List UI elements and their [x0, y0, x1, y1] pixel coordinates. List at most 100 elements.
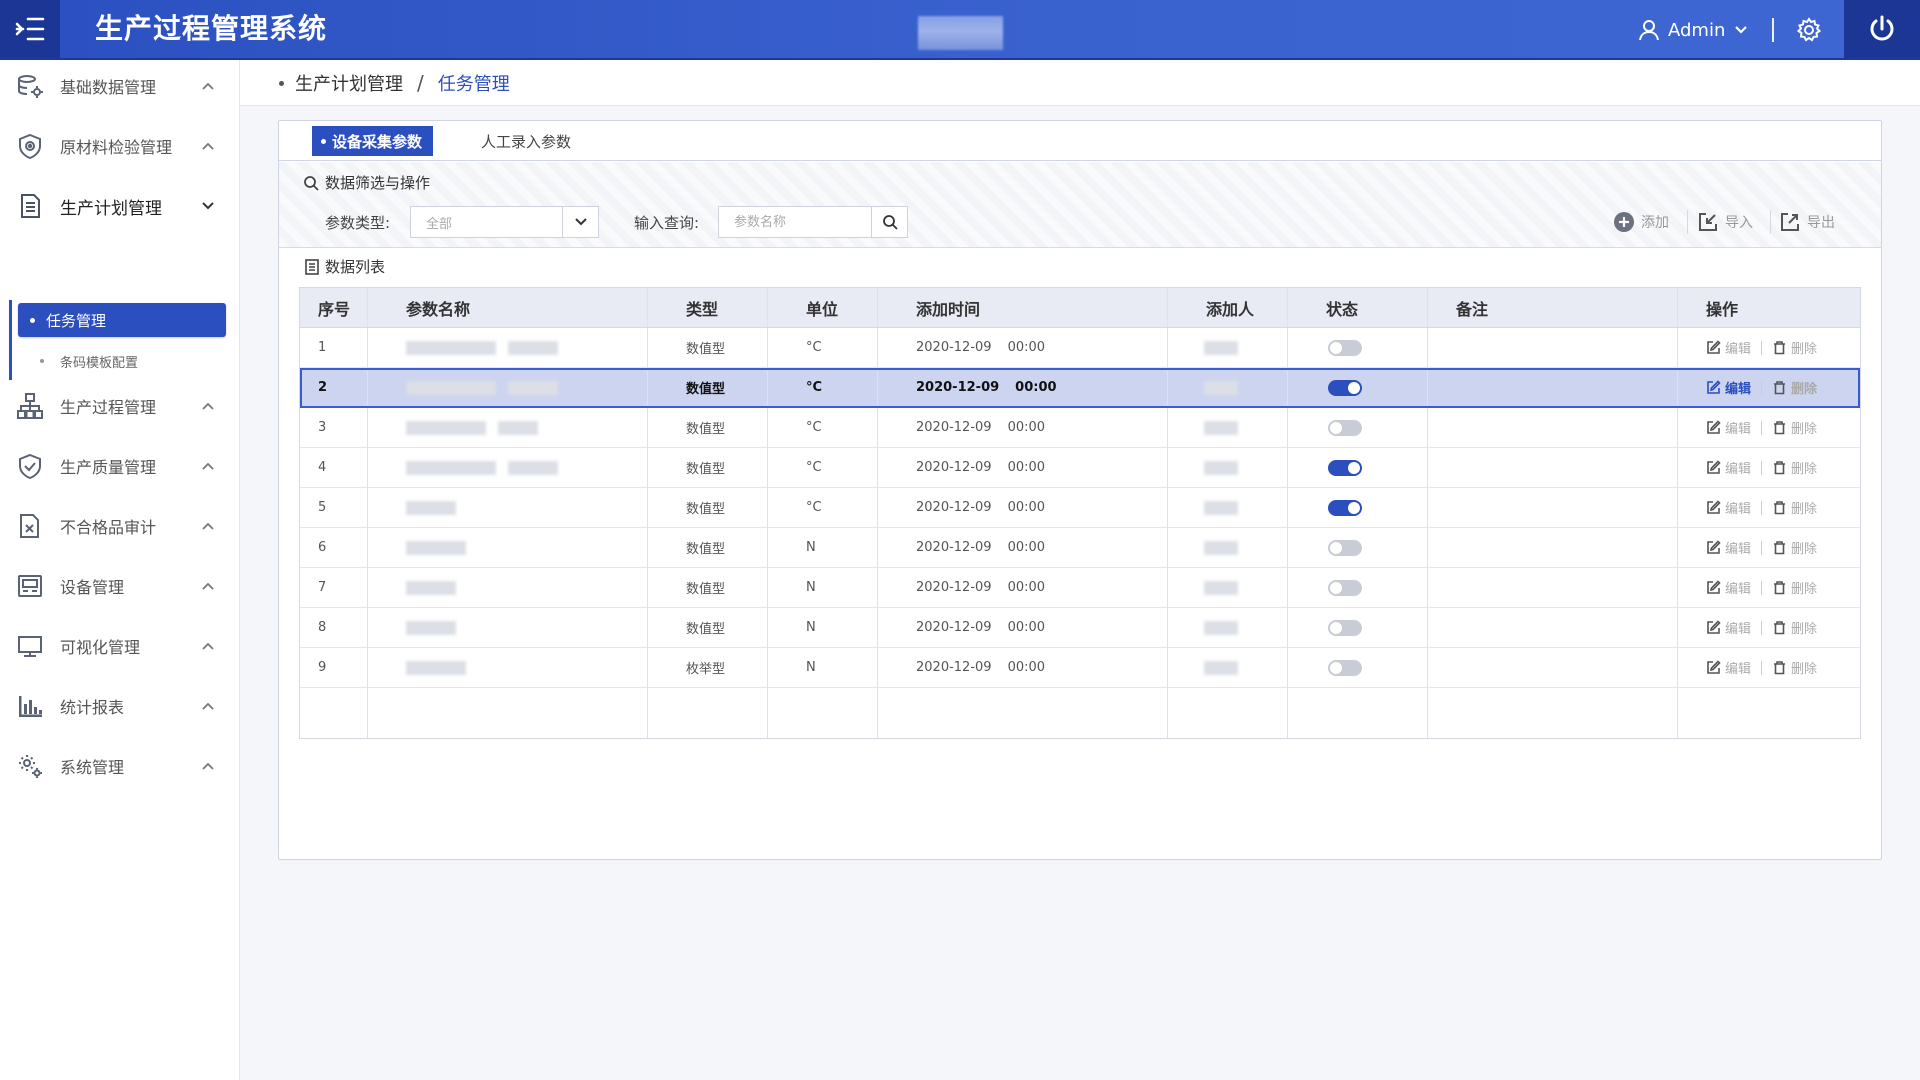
status-toggle[interactable]	[1328, 419, 1362, 436]
empty-cell	[1168, 688, 1288, 738]
tab-device-params[interactable]: 设备采集参数	[312, 126, 433, 156]
chevron-down-icon	[574, 218, 587, 226]
edit-button[interactable]: 编辑	[1706, 498, 1751, 517]
delete-button[interactable]: 删除	[1772, 378, 1817, 397]
edit-icon	[1707, 340, 1721, 354]
sidebar-subitem-barcode-template[interactable]: 条码模板配置	[18, 346, 226, 376]
sidebar-item-production-plan[interactable]: 生产计划管理	[0, 180, 240, 232]
status-toggle[interactable]	[1328, 499, 1362, 516]
redacted-text	[1204, 460, 1238, 475]
edit-button[interactable]: 编辑	[1706, 578, 1751, 597]
delete-button[interactable]: 删除	[1772, 618, 1817, 637]
query-input[interactable]	[719, 207, 871, 237]
cell-unit: N	[768, 608, 878, 647]
edit-label: 编辑	[1725, 462, 1752, 477]
empty-cell	[300, 688, 368, 738]
sidebar-item-equipment[interactable]: 设备管理	[0, 560, 240, 612]
edit-button[interactable]: 编辑	[1706, 618, 1751, 637]
cell-no: 9	[300, 648, 368, 687]
edit-icon	[1707, 420, 1721, 434]
delete-button[interactable]: 删除	[1772, 538, 1817, 557]
cell-time: 00:00	[1007, 500, 1046, 515]
delete-label: 删除	[1791, 662, 1818, 677]
settings-button[interactable]	[1795, 16, 1823, 44]
edit-button[interactable]: 编辑	[1706, 418, 1751, 437]
gear-icon	[1796, 17, 1822, 42]
delete-button[interactable]: 删除	[1772, 578, 1817, 597]
cell-date: 2020-12-09	[916, 420, 992, 435]
menu-toggle-button[interactable]	[0, 0, 60, 58]
cell-time: 00:00	[1007, 540, 1046, 555]
chevron-up-icon	[202, 702, 214, 710]
delete-button[interactable]: 删除	[1772, 498, 1817, 517]
search-button[interactable]	[871, 207, 907, 237]
sidebar-item-basic-data[interactable]: 基础数据管理	[0, 60, 240, 112]
top-header: 生产过程管理系统 Admin	[0, 0, 1920, 60]
status-toggle[interactable]	[1328, 659, 1362, 676]
sidebar-item-visualization[interactable]: 可视化管理	[0, 620, 240, 672]
status-toggle[interactable]	[1328, 579, 1362, 596]
sidebar-item-system[interactable]: 系统管理	[0, 740, 240, 792]
breadcrumb-parent[interactable]: 生产计划管理	[295, 70, 403, 96]
logout-button[interactable]	[1844, 0, 1920, 58]
query-search-box	[718, 206, 908, 238]
type-select[interactable]: 全部	[410, 206, 599, 238]
chevron-down-icon	[202, 202, 214, 210]
cell-time: 00:00	[1007, 340, 1046, 355]
document-icon	[21, 194, 40, 218]
sidebar-item-label: 原材料检验管理	[60, 138, 173, 157]
edit-button[interactable]: 编辑	[1706, 538, 1751, 557]
table-row[interactable]: 2 数值型 °C 2020-12-09 00:00 编辑 删除	[300, 368, 1860, 408]
delete-button[interactable]: 删除	[1772, 418, 1817, 437]
export-button[interactable]: 导出	[1779, 206, 1835, 238]
sidebar-item-material-inspection[interactable]: 原材料检验管理	[0, 120, 240, 172]
table-row[interactable]: 9 枚举型 N 2020-12-09 00:00 编辑 删除	[300, 648, 1860, 688]
import-icon	[1699, 213, 1717, 231]
sidebar-item-production-process[interactable]: 生产过程管理	[0, 380, 240, 432]
sidebar-subitem-task-management[interactable]: 任务管理	[18, 303, 226, 337]
sidebar-item-production-quality[interactable]: 生产质量管理	[0, 440, 240, 492]
chevron-up-icon	[202, 642, 214, 650]
filter-panel: 数据筛选与操作 参数类型: 全部 输入查询: 添加 导入 导出	[279, 162, 1881, 248]
delete-button[interactable]: 删除	[1772, 338, 1817, 357]
status-toggle[interactable]	[1328, 459, 1362, 476]
edit-button[interactable]: 编辑	[1706, 378, 1751, 397]
add-button[interactable]: 添加	[1613, 206, 1669, 238]
user-icon	[1639, 20, 1659, 41]
table-row[interactable]: 1 数值型 °C 2020-12-09 00:00 编辑 删除	[300, 328, 1860, 368]
sidebar-item-nonconforming-audit[interactable]: 不合格品审计	[0, 500, 240, 552]
cell-no: 4	[300, 448, 368, 487]
sidebar-item-statistics[interactable]: 统计报表	[0, 680, 240, 732]
delete-label: 删除	[1791, 382, 1818, 397]
edit-button[interactable]: 编辑	[1706, 658, 1751, 677]
cell-no: 8	[300, 608, 368, 647]
bar-chart-icon	[19, 696, 42, 717]
status-toggle[interactable]	[1328, 339, 1362, 356]
status-toggle[interactable]	[1328, 619, 1362, 636]
table-row[interactable]: 7 数值型 N 2020-12-09 00:00 编辑 删除	[300, 568, 1860, 608]
user-menu[interactable]: Admin	[1638, 14, 1749, 46]
redacted-text	[1204, 540, 1238, 555]
table-row[interactable]: 6 数值型 N 2020-12-09 00:00 编辑 删除	[300, 528, 1860, 568]
cell-added-by	[1168, 368, 1288, 407]
empty-cell	[1288, 688, 1428, 738]
cell-added-time: 2020-12-09 00:00	[878, 648, 1168, 687]
delete-button[interactable]: 删除	[1772, 658, 1817, 677]
edit-button[interactable]: 编辑	[1706, 338, 1751, 357]
dropdown-button[interactable]	[562, 207, 598, 237]
table-row[interactable]: 3 数值型 °C 2020-12-09 00:00 编辑 删除	[300, 408, 1860, 448]
tab-manual-params[interactable]: 人工录入参数	[481, 126, 571, 156]
action-divider	[1687, 210, 1688, 234]
status-toggle[interactable]	[1328, 539, 1362, 556]
table-row[interactable]: 5 数值型 °C 2020-12-09 00:00 编辑 删除	[300, 488, 1860, 528]
import-button[interactable]: 导入	[1697, 206, 1753, 238]
cell-date: 2020-12-09	[916, 500, 992, 515]
table-row[interactable]: 8 数值型 N 2020-12-09 00:00 编辑 删除	[300, 608, 1860, 648]
delete-button[interactable]: 删除	[1772, 458, 1817, 477]
status-toggle[interactable]	[1328, 379, 1362, 396]
edit-button[interactable]: 编辑	[1706, 458, 1751, 477]
action-divider	[1761, 580, 1763, 595]
cell-type: 数值型	[648, 328, 768, 367]
table-row[interactable]: 4 数值型 °C 2020-12-09 00:00 编辑 删除	[300, 448, 1860, 488]
delete-label: 删除	[1791, 582, 1818, 597]
